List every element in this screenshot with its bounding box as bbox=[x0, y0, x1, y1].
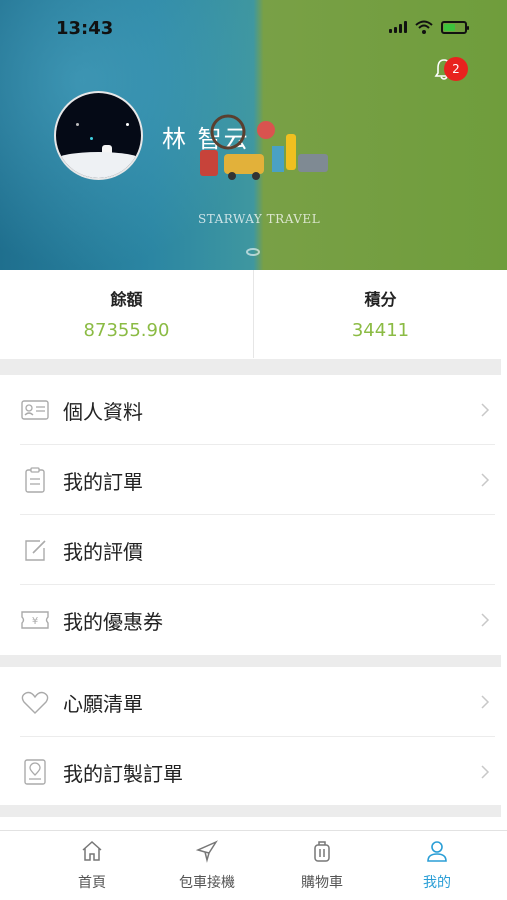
tab-label: 包車接機 bbox=[179, 875, 235, 891]
tab-me[interactable]: 我的 bbox=[387, 831, 487, 900]
menu-label: 我的評價 bbox=[63, 539, 143, 564]
section-divider bbox=[0, 655, 501, 667]
menu-label: 個人資料 bbox=[63, 399, 143, 424]
heart-icon bbox=[21, 691, 49, 714]
menu-group-account: 個人資料 我的訂單 我的評價 ¥ 我的優惠券 bbox=[0, 375, 501, 655]
chevron-right-icon bbox=[481, 403, 490, 417]
travel-illustration bbox=[200, 114, 328, 180]
points-stat[interactable]: 積分 34411 bbox=[253, 270, 507, 358]
chevron-right-icon bbox=[481, 765, 490, 779]
luggage-icon bbox=[314, 841, 330, 862]
section-divider bbox=[0, 805, 501, 817]
map-pin-book-icon bbox=[24, 759, 46, 785]
menu-label: 我的訂單 bbox=[63, 469, 143, 494]
balance-value: 87355.90 bbox=[83, 320, 170, 341]
user-icon bbox=[427, 841, 447, 862]
wifi-icon bbox=[415, 20, 433, 34]
svg-text:¥: ¥ bbox=[32, 616, 38, 627]
balance-stat[interactable]: 餘額 87355.90 bbox=[0, 270, 253, 358]
tab-charter[interactable]: 包車接機 bbox=[157, 831, 257, 900]
menu-item-reviews[interactable]: 我的評價 bbox=[0, 515, 501, 585]
menu-label: 我的優惠券 bbox=[63, 609, 163, 634]
id-card-icon bbox=[21, 400, 49, 420]
chevron-right-icon bbox=[481, 695, 490, 709]
status-time: 13:43 bbox=[56, 18, 114, 39]
menu-item-profile[interactable]: 個人資料 bbox=[0, 375, 501, 445]
menu-group-lists: 心願清單 我的訂製訂單 bbox=[0, 667, 501, 807]
points-label: 積分 bbox=[364, 290, 397, 309]
menu-item-coupons[interactable]: ¥ 我的優惠券 bbox=[0, 585, 501, 655]
clipboard-icon bbox=[25, 467, 45, 493]
menu-label: 我的訂製訂單 bbox=[63, 761, 183, 786]
tab-home[interactable]: 首頁 bbox=[42, 831, 142, 900]
avatar[interactable] bbox=[54, 91, 143, 180]
brand-watermark: STARWAY TRAVEL bbox=[198, 212, 321, 226]
profile-header: 13:43 2 林 智云 STARWAY TRAVEL bbox=[0, 0, 507, 270]
notification-badge[interactable]: 2 bbox=[444, 57, 468, 81]
coupon-icon: ¥ bbox=[21, 611, 49, 629]
chevron-right-icon bbox=[481, 613, 490, 627]
status-icons bbox=[389, 20, 469, 34]
bottom-tab-bar: 首頁 包車接機 購物車 我的 bbox=[0, 830, 507, 900]
balance-label: 餘額 bbox=[110, 290, 143, 309]
airplane-icon bbox=[195, 840, 218, 863]
tab-label: 我的 bbox=[423, 875, 451, 891]
section-divider bbox=[0, 359, 501, 375]
edit-icon bbox=[25, 540, 46, 561]
tab-label: 購物車 bbox=[301, 875, 343, 891]
tab-label: 首頁 bbox=[78, 875, 106, 891]
menu-item-wishlist[interactable]: 心願清單 bbox=[0, 667, 501, 737]
signal-icon bbox=[389, 21, 407, 33]
points-value: 34411 bbox=[351, 320, 410, 341]
chevron-right-icon bbox=[481, 473, 490, 487]
battery-icon bbox=[441, 20, 469, 34]
menu-item-custom-orders[interactable]: 我的訂製訂單 bbox=[0, 737, 501, 807]
tab-cart[interactable]: 購物車 bbox=[272, 831, 372, 900]
home-icon bbox=[82, 840, 102, 861]
menu-label: 心願清單 bbox=[63, 691, 143, 716]
brand-logo-mark bbox=[246, 248, 260, 256]
account-stats: 餘額 87355.90 積分 34411 bbox=[0, 270, 507, 358]
menu-item-orders[interactable]: 我的訂單 bbox=[0, 445, 501, 515]
